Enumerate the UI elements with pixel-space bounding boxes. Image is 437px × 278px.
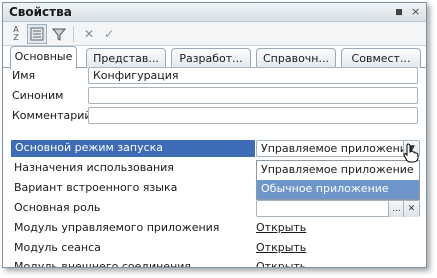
synonym-field[interactable] [88, 87, 418, 104]
managed-app-module-label: Модуль управляемого приложения [14, 221, 220, 234]
main-role-label: Основная роль [14, 201, 101, 214]
external-conn-module-label: Модуль внешнего соединения [14, 260, 192, 268]
tab-reference[interactable]: Справочн... [256, 48, 336, 68]
session-module-open-link[interactable]: Открыть [256, 241, 306, 254]
builtin-lang-label: Вариант встроенного языка [14, 181, 178, 194]
properties-window: Свойства ◾ × AZ ✕ ✓ Основные Представ...… [2, 2, 427, 268]
tab-main[interactable]: Основные [10, 46, 77, 69]
close-icon[interactable]: × [411, 5, 420, 19]
launch-mode-label: Основной режим запуска [15, 141, 164, 154]
managed-app-module-open-link[interactable]: Открыть [256, 221, 306, 234]
launch-mode-select[interactable]: Управляемое приложение [256, 140, 420, 157]
comment-label: Комментарий [12, 109, 92, 122]
option-ordinary-app[interactable]: Обычное приложение [257, 180, 419, 199]
name-label: Имя [12, 69, 36, 82]
filter-icon[interactable] [49, 24, 69, 44]
synonym-label: Синоним [12, 89, 64, 102]
option-managed-app[interactable]: Управляемое приложение [257, 161, 419, 180]
main-role-select-button[interactable]: ... [388, 201, 404, 217]
main-role-clear-icon[interactable]: ✕ [403, 201, 419, 217]
tab-compatibility[interactable]: Совмест... [341, 48, 421, 68]
comment-field[interactable] [88, 107, 418, 124]
session-module-label: Модуль сеанса [14, 241, 101, 254]
categories-icon[interactable] [27, 24, 47, 44]
title-bar: Свойства ◾ × [3, 3, 426, 22]
launch-mode-dropdown-list: Управляемое приложение Обычное приложени… [256, 160, 420, 200]
tab-strip: Основные Представ... Разработ... Справоч… [3, 46, 426, 69]
toolbar: AZ ✕ ✓ [3, 22, 426, 46]
tab-presentation[interactable]: Представ... [86, 48, 166, 68]
check-icon[interactable]: ✓ [99, 24, 119, 44]
delete-icon[interactable]: ✕ [79, 24, 99, 44]
launch-mode-row[interactable]: Основной режим запуска [11, 140, 255, 157]
pin-icon[interactable]: ◾ [395, 5, 403, 19]
toolbar-separator [73, 26, 74, 42]
name-field[interactable]: Конфигурация [88, 67, 418, 84]
launch-mode-value: Управляемое приложение [261, 142, 414, 155]
window-title: Свойства [9, 5, 72, 19]
hand-cursor-icon [403, 143, 419, 166]
usage-purpose-label: Назначения использования [14, 161, 174, 174]
external-conn-module-open-link[interactable]: Открыть [256, 260, 306, 267]
tab-development[interactable]: Разработ... [171, 48, 251, 68]
sort-az-icon[interactable]: AZ [6, 24, 26, 44]
